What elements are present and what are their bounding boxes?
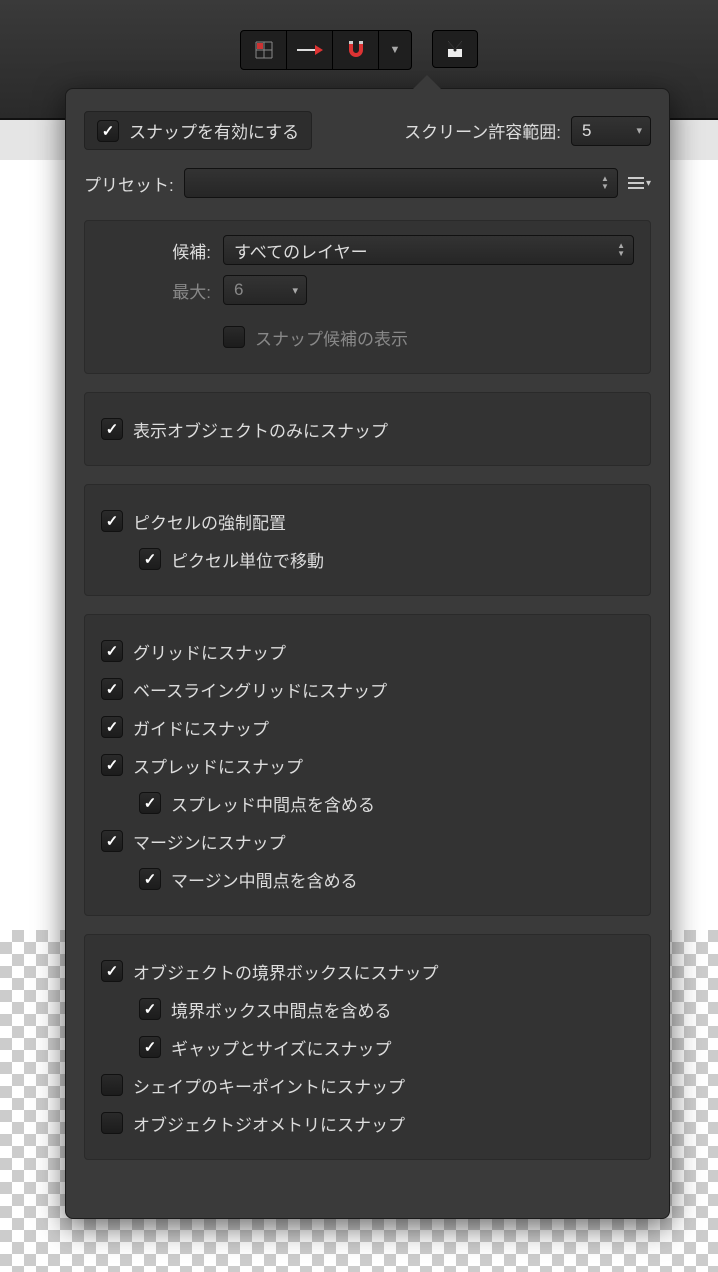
bbox-midpoint-checkbox[interactable] bbox=[139, 998, 161, 1020]
max-value: 6 bbox=[234, 280, 243, 300]
grid-snap-section: グリッドにスナップ ベースライングリッドにスナップ ガイドにスナップ スプレッド… bbox=[84, 614, 651, 916]
force-pixel-checkbox[interactable] bbox=[101, 510, 123, 532]
grid-button[interactable] bbox=[241, 31, 287, 69]
candidates-select[interactable]: すべてのレイヤー ▲▼ bbox=[223, 235, 634, 265]
margins-midpoint-checkbox[interactable] bbox=[139, 868, 161, 890]
toolbar: ▼ bbox=[0, 30, 718, 70]
grid-icon bbox=[254, 40, 274, 60]
move-by-pixel-label: ピクセル単位で移動 bbox=[171, 547, 324, 572]
max-label: 最大: bbox=[101, 278, 211, 303]
snapping-popover: スナップを有効にする スクリーン許容範囲: 5 プリセット: ▲▼ ▾ 候補: … bbox=[65, 88, 670, 1219]
move-by-pixel-checkbox[interactable] bbox=[139, 548, 161, 570]
tolerance-select[interactable]: 5 bbox=[571, 116, 651, 146]
snap-keypoints-checkbox[interactable] bbox=[101, 1074, 123, 1096]
snap-geometry-label: オブジェクトジオメトリにスナップ bbox=[133, 1111, 405, 1136]
snap-guides-label: ガイドにスナップ bbox=[133, 715, 269, 740]
arrow-snap-icon bbox=[297, 42, 323, 58]
max-select[interactable]: 6 bbox=[223, 275, 307, 305]
show-candidates-checkbox[interactable] bbox=[223, 326, 245, 348]
spread-midpoint-label: スプレッド中間点を含める bbox=[171, 791, 375, 816]
arrow-snap-button[interactable] bbox=[287, 31, 333, 69]
snap-guides-checkbox[interactable] bbox=[101, 716, 123, 738]
spread-midpoint-checkbox[interactable] bbox=[139, 792, 161, 814]
visible-only-section: 表示オブジェクトのみにスナップ bbox=[84, 392, 651, 466]
enable-snapping-label: スナップを有効にする bbox=[129, 118, 299, 143]
snap-spread-checkbox[interactable] bbox=[101, 754, 123, 776]
candidates-value: すべてのレイヤー bbox=[234, 238, 368, 263]
snap-margins-checkbox[interactable] bbox=[101, 830, 123, 852]
assistant-button[interactable] bbox=[432, 30, 478, 68]
magnet-icon bbox=[345, 39, 367, 61]
magnet-button[interactable] bbox=[333, 31, 379, 69]
hamburger-icon bbox=[628, 177, 644, 189]
snap-geometry-checkbox[interactable] bbox=[101, 1112, 123, 1134]
tolerance-label: スクリーン許容範囲: bbox=[404, 118, 561, 143]
candidates-label: 候補: bbox=[101, 238, 211, 263]
snap-grid-checkbox[interactable] bbox=[101, 640, 123, 662]
chevron-down-icon: ▾ bbox=[646, 178, 651, 189]
snap-bbox-label: オブジェクトの境界ボックスにスナップ bbox=[133, 959, 439, 984]
updown-icon: ▲▼ bbox=[617, 242, 625, 258]
snap-bbox-checkbox[interactable] bbox=[101, 960, 123, 982]
snap-gaps-label: ギャップとサイズにスナップ bbox=[171, 1035, 392, 1060]
visible-only-checkbox[interactable] bbox=[101, 418, 123, 440]
tuxedo-icon bbox=[446, 39, 464, 59]
visible-only-label: 表示オブジェクトのみにスナップ bbox=[133, 417, 388, 442]
chevron-down-icon: ▼ bbox=[390, 44, 401, 56]
bbox-midpoint-label: 境界ボックス中間点を含める bbox=[171, 997, 392, 1022]
snap-grid-label: グリッドにスナップ bbox=[133, 639, 286, 664]
popover-arrow bbox=[411, 75, 443, 91]
updown-icon: ▲▼ bbox=[601, 175, 609, 191]
snap-gaps-checkbox[interactable] bbox=[139, 1036, 161, 1058]
snap-baseline-label: ベースライングリッドにスナップ bbox=[133, 677, 387, 702]
preset-menu-button[interactable]: ▾ bbox=[628, 177, 651, 189]
margins-midpoint-label: マージン中間点を含める bbox=[171, 867, 358, 892]
pixel-section: ピクセルの強制配置 ピクセル単位で移動 bbox=[84, 484, 651, 596]
show-candidates-label: スナップ候補の表示 bbox=[255, 325, 408, 350]
enable-snapping-checkbox[interactable] bbox=[97, 120, 119, 142]
snap-keypoints-label: シェイプのキーポイントにスナップ bbox=[133, 1073, 405, 1098]
object-snap-section: オブジェクトの境界ボックスにスナップ 境界ボックス中間点を含める ギャップとサイ… bbox=[84, 934, 651, 1160]
candidates-section: 候補: すべてのレイヤー ▲▼ 最大: 6 スナップ候補の表示 bbox=[84, 220, 651, 374]
preset-label: プリセット: bbox=[84, 171, 174, 196]
preset-select[interactable]: ▲▼ bbox=[184, 168, 618, 198]
force-pixel-label: ピクセルの強制配置 bbox=[133, 509, 286, 534]
snap-margins-label: マージンにスナップ bbox=[133, 829, 286, 854]
snap-tool-group: ▼ bbox=[240, 30, 412, 70]
enable-snapping-container: スナップを有効にする bbox=[84, 111, 312, 150]
snap-spread-label: スプレッドにスナップ bbox=[133, 753, 303, 778]
snap-dropdown-button[interactable]: ▼ bbox=[379, 31, 411, 69]
tolerance-value: 5 bbox=[582, 121, 591, 141]
snap-baseline-checkbox[interactable] bbox=[101, 678, 123, 700]
